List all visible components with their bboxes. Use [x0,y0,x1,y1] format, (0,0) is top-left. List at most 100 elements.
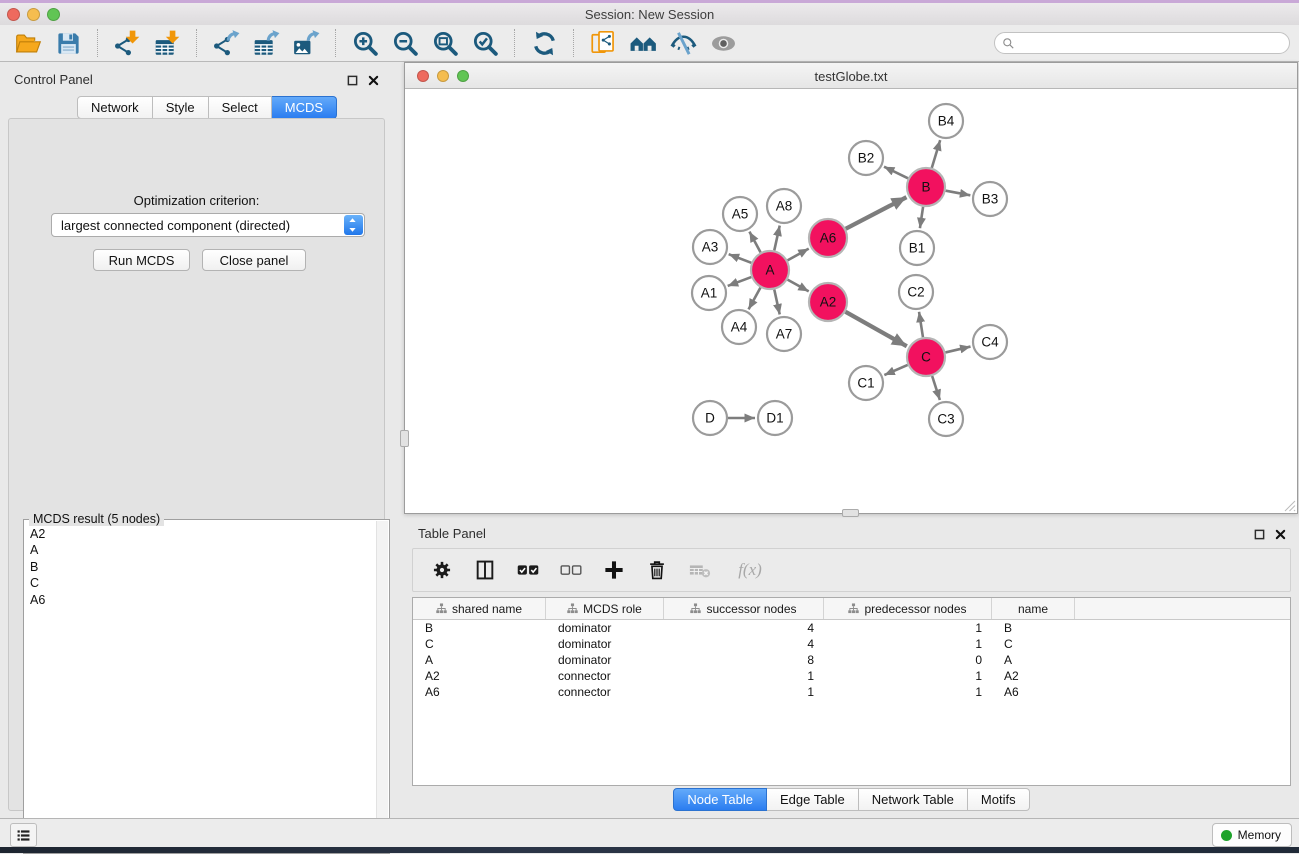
import-network-button[interactable] [107,27,147,59]
export-table-button[interactable] [246,27,286,59]
table-tab-node-table[interactable]: Node Table [673,788,767,811]
table-tab-network-table[interactable]: Network Table [859,788,968,811]
show-all-button[interactable] [703,27,743,59]
memory-button[interactable]: Memory [1212,823,1292,847]
table-row-C[interactable]: Cdominator41C [413,636,1290,652]
graph-edge-A-A3[interactable] [729,254,752,263]
graph-node-C2[interactable]: C2 [899,275,933,309]
result-scrollbar[interactable] [376,521,388,852]
graph-edge-A-A2[interactable] [788,280,809,292]
graph-edge-B-B2[interactable] [884,167,908,179]
close-panel-button[interactable] [366,73,380,87]
table-row-A6[interactable]: A6connector11A6 [413,684,1290,700]
table-tab-edge-table[interactable]: Edge Table [767,788,859,811]
graph-node-B4[interactable]: B4 [929,104,963,138]
graph-node-A6[interactable]: A6 [809,219,847,257]
graph-node-A2[interactable]: A2 [809,283,847,321]
graph-edge-C-C1[interactable] [884,365,907,375]
graph-node-A[interactable]: A [751,251,789,289]
tab-network[interactable]: Network [77,96,153,119]
graph-edge-A-A4[interactable] [749,288,761,310]
close-panel-pushbutton[interactable]: Close panel [202,249,306,271]
graph-node-C[interactable]: C [907,338,945,376]
graph-edge-C-C4[interactable] [945,347,970,353]
hide-selected-button[interactable] [663,27,703,59]
table-row-A2[interactable]: A2connector11A2 [413,668,1290,684]
table-tab-motifs[interactable]: Motifs [968,788,1030,811]
column-header-successor-nodes[interactable]: successor nodes [664,598,824,619]
select-all-checkbox-button[interactable] [515,557,541,583]
tab-select[interactable]: Select [209,96,272,119]
graph-node-C3[interactable]: C3 [929,402,963,436]
column-header-name[interactable]: name [992,598,1075,619]
graph-edge-A-A1[interactable] [728,277,752,286]
float-table-panel-button[interactable] [1252,527,1266,541]
mcds-result-item[interactable]: B [30,559,375,575]
tab-mcds[interactable]: MCDS [272,96,337,119]
graph-node-A7[interactable]: A7 [767,317,801,351]
mcds-result-item[interactable]: A6 [30,592,375,608]
column-header-shared-name[interactable]: shared name [413,598,546,619]
graph-edge-B-B1[interactable] [920,207,923,228]
graph-node-C4[interactable]: C4 [973,325,1007,359]
network-from-selection-button[interactable] [583,27,623,59]
mcds-result-item[interactable]: A [30,542,375,558]
graph-node-D[interactable]: D [693,401,727,435]
graph-node-A4[interactable]: A4 [722,310,756,344]
table-row-A[interactable]: Adominator80A [413,652,1290,668]
graph-edge-C-C2[interactable] [919,312,923,337]
graph-node-A1[interactable]: A1 [692,276,726,310]
save-session-button[interactable] [48,27,88,59]
graph-edge-B-B3[interactable] [946,191,971,196]
graph-node-A3[interactable]: A3 [693,230,727,264]
graph-edge-A-A7[interactable] [774,290,779,315]
add-column-button[interactable] [601,557,627,583]
graph-edge-A2-C[interactable] [845,312,906,346]
table-cell: 1 [824,668,992,684]
zoom-out-button[interactable] [385,27,425,59]
table-settings-gear-button[interactable] [429,557,455,583]
import-table-button[interactable] [147,27,187,59]
panel-divider-grip-horizontal[interactable] [842,509,859,517]
graph-node-B3[interactable]: B3 [973,182,1007,216]
zoom-fit-button[interactable] [425,27,465,59]
graph-edge-C-C3[interactable] [932,376,940,400]
zoom-in-button[interactable] [345,27,385,59]
tab-style[interactable]: Style [153,96,209,119]
close-table-panel-button[interactable] [1273,527,1287,541]
column-header-predecessor-nodes[interactable]: predecessor nodes [824,598,992,619]
graph-edge-A6-B[interactable] [846,197,907,229]
deselect-all-checkbox-button[interactable] [558,557,584,583]
graph-edge-A-A5[interactable] [749,232,760,253]
export-image-button[interactable] [286,27,326,59]
delete-columns-button[interactable] [644,557,670,583]
graph-node-B2[interactable]: B2 [849,141,883,175]
show-panels-button[interactable] [10,823,37,847]
mcds-result-item[interactable]: C [30,575,375,591]
graph-node-A8[interactable]: A8 [767,189,801,223]
column-header-MCDS-role[interactable]: MCDS role [546,598,664,619]
mcds-result-item[interactable]: A2 [30,526,375,542]
column-chooser-button[interactable] [472,557,498,583]
open-session-button[interactable] [8,27,48,59]
first-neighbors-button[interactable] [623,27,663,59]
network-canvas[interactable]: B4 B2 B B3 A8 A5 A6 A3 B1 A A1 C2 A2 A4 A7 C4 C C1 C3 D D1 [405,89,1297,513]
graph-node-B1[interactable]: B1 [900,231,934,265]
zoom-selected-button[interactable] [465,27,505,59]
graph-node-C1[interactable]: C1 [849,366,883,400]
table-row-B[interactable]: Bdominator41B [413,620,1290,636]
export-network-button[interactable] [206,27,246,59]
graph-node-B[interactable]: B [907,168,945,206]
run-mcds-button[interactable]: Run MCDS [93,249,190,271]
graph-edge-A-A6[interactable] [788,249,809,261]
search-input[interactable] [1019,34,1289,52]
panel-divider-grip-vertical[interactable] [400,430,409,447]
graph-edge-B-B4[interactable] [932,140,940,168]
window-resize-grip[interactable] [1283,499,1296,512]
graph-node-A5[interactable]: A5 [723,197,757,231]
graph-edge-A-A8[interactable] [774,226,779,251]
graph-node-D1[interactable]: D1 [758,401,792,435]
float-panel-button[interactable] [345,73,359,87]
refresh-view-button[interactable] [524,27,564,59]
optimization-criterion-select[interactable]: largest connected component (directed) [51,213,365,237]
